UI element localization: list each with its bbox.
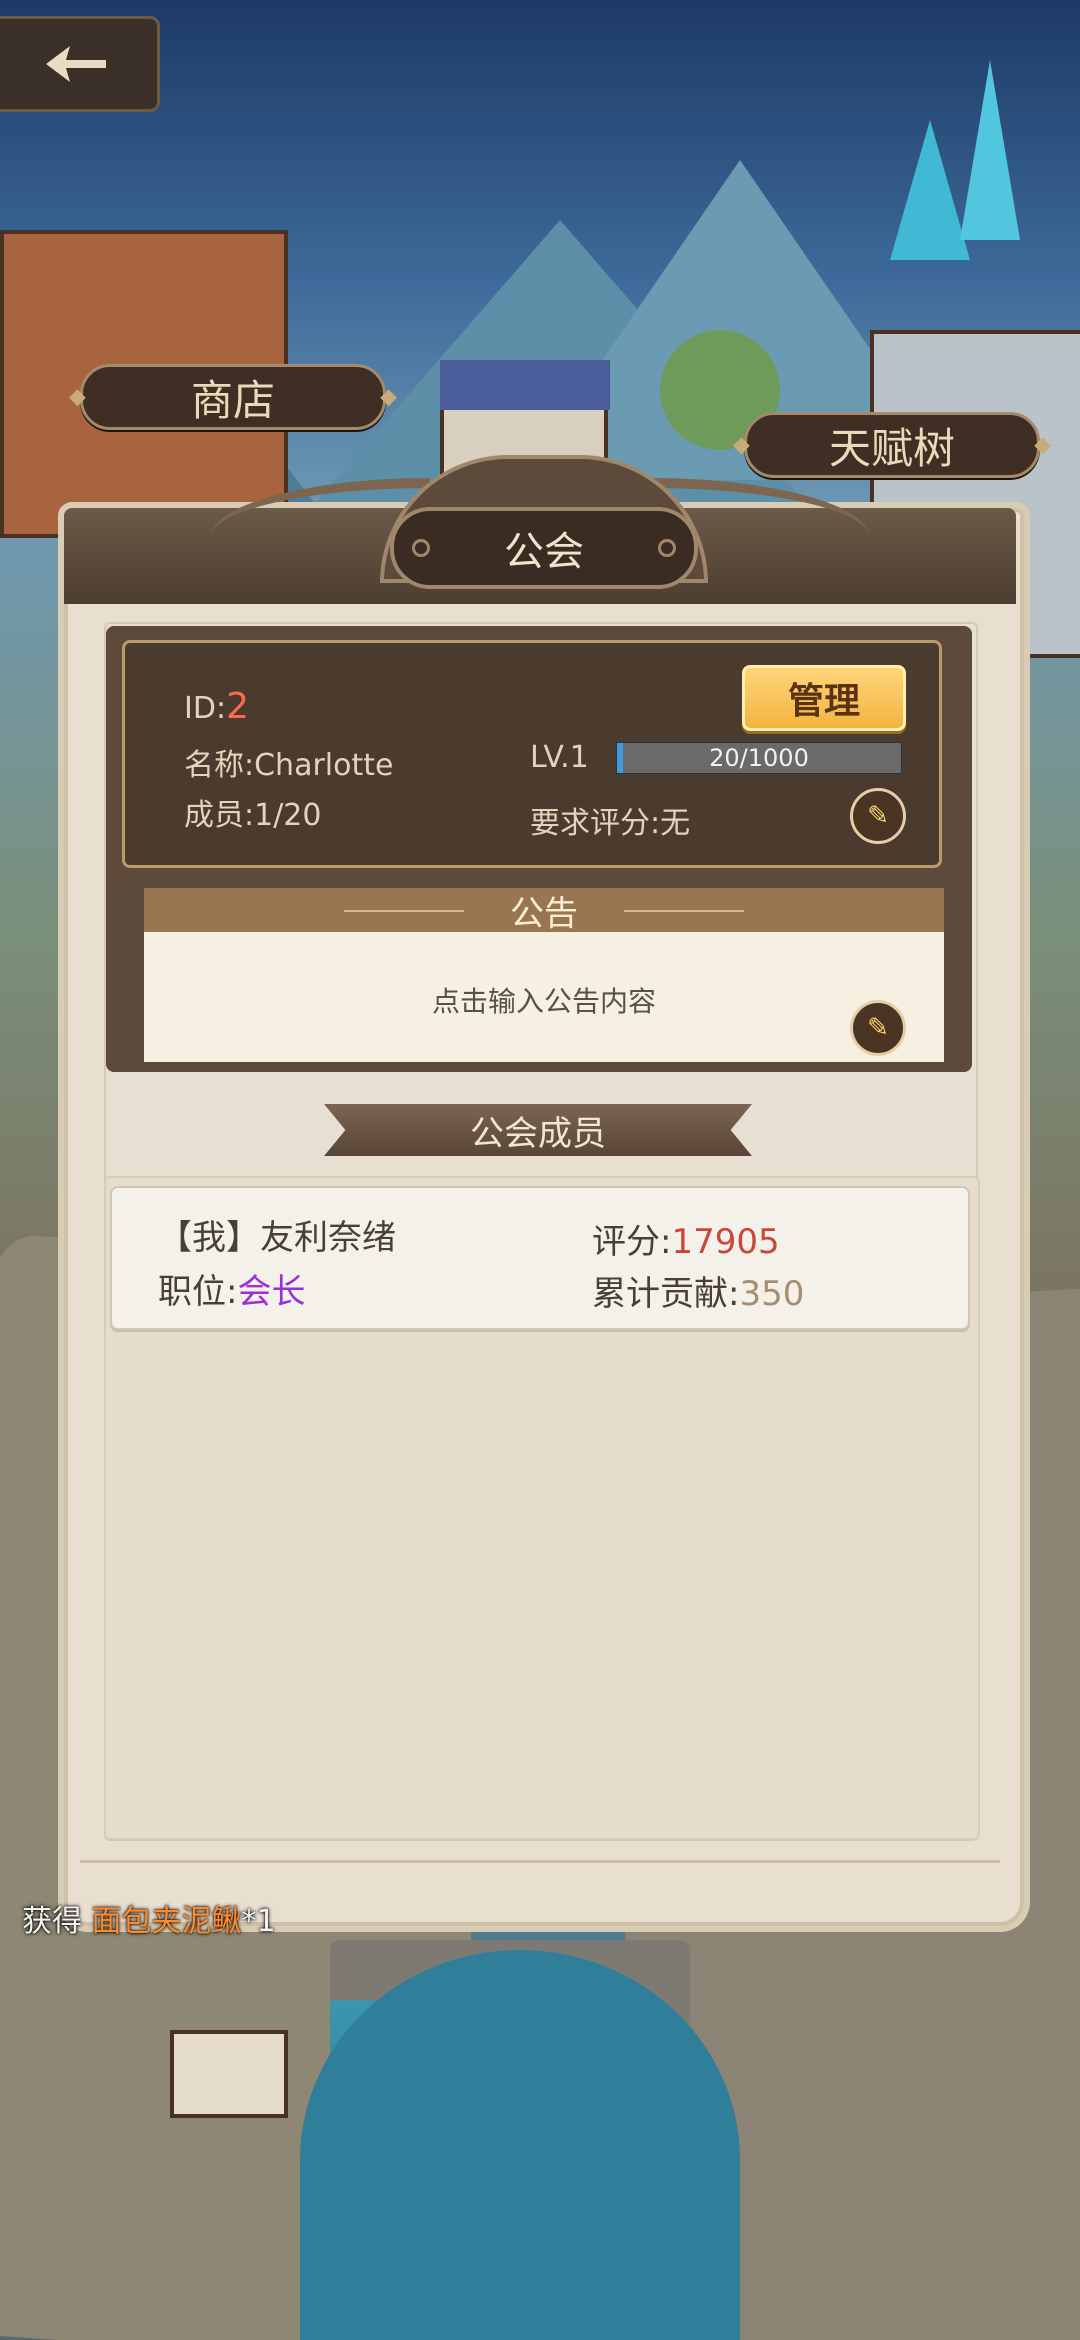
member-position: 职位:会长 — [158, 1264, 305, 1313]
notice-title: 公告 — [510, 893, 578, 934]
panel-title: 公会 — [504, 529, 584, 575]
guild-members-count: 成员:1/20 — [184, 798, 322, 833]
member-contribution: 累计贡献:350 — [592, 1266, 804, 1315]
guild-exp-text: 20/1000 — [709, 744, 809, 772]
divider — [344, 910, 464, 912]
toast-prefix: 获得 — [22, 1904, 82, 1939]
member-position-label: 职位: — [158, 1272, 238, 1312]
member-position-value: 会长 — [237, 1272, 306, 1312]
members-section-title: 公会成员 — [324, 1104, 752, 1156]
divider — [624, 910, 744, 912]
guild-level: LV.1 — [530, 740, 589, 775]
pencil-icon: ✎ — [867, 1013, 889, 1043]
guild-id-value: 2 — [226, 686, 249, 727]
member-score-value: 17905 — [671, 1222, 780, 1262]
ornament-dot — [412, 539, 430, 557]
edit-requirement-button[interactable]: ✎ — [850, 788, 906, 844]
notice-header: 公告 — [144, 888, 944, 934]
member-score: 评分:17905 — [592, 1214, 780, 1263]
toast-suffix: *1 — [241, 1904, 276, 1939]
toast-item: 面包夹泥鳅 — [91, 1904, 242, 1939]
talent-tree-label[interactable]: 天赋树 — [744, 412, 1040, 478]
member-contribution-label: 累计贡献: — [592, 1274, 740, 1314]
panel-title-plate: 公会 — [390, 507, 698, 589]
shop-label[interactable]: 商店 — [80, 364, 386, 430]
guild-name: 名称:Charlotte — [184, 748, 394, 783]
guild-id: ID:2 — [184, 686, 249, 727]
guild-id-label: ID: — [184, 691, 227, 726]
guild-requirement: 要求评分:无 — [530, 806, 691, 841]
house — [170, 2030, 288, 2118]
member-name: 【我】友利奈绪 — [158, 1218, 396, 1258]
member-contribution-value: 350 — [739, 1274, 805, 1314]
manage-button[interactable]: 管理 — [742, 665, 906, 731]
edit-notice-button[interactable]: ✎ — [850, 1000, 906, 1056]
member-score-label: 评分: — [592, 1222, 672, 1262]
back-arrow-icon — [46, 46, 106, 82]
notice-input[interactable]: 点击输入公告内容 — [144, 932, 944, 1062]
pencil-icon: ✎ — [867, 801, 889, 831]
guild-exp-bar: 20/1000 — [616, 742, 902, 774]
crystal-tower — [890, 120, 970, 260]
crystal-tower — [960, 60, 1020, 240]
back-button[interactable] — [0, 16, 160, 112]
ornament-dot — [658, 539, 676, 557]
reward-toast: 获得 面包夹泥鳅*1 — [22, 1896, 276, 1940]
notice-placeholder: 点击输入公告内容 — [431, 985, 656, 1018]
roof — [440, 360, 610, 410]
